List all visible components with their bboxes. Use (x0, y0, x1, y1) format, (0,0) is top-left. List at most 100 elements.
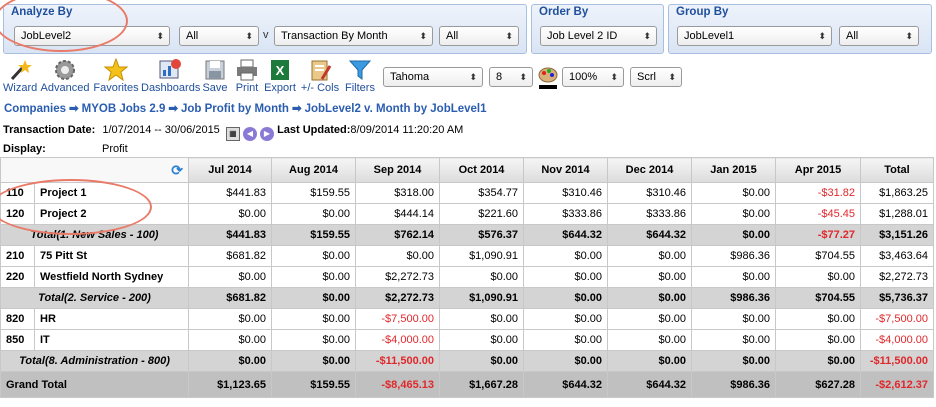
value-cell[interactable]: -$4,000.00 (860, 329, 934, 351)
value-cell[interactable]: $1,288.01 (860, 203, 934, 225)
value-cell[interactable]: $0.00 (271, 245, 356, 267)
value-cell[interactable]: $1,667.28 (439, 371, 524, 398)
value-cell[interactable]: $333.86 (607, 203, 692, 225)
group-total-row[interactable]: Total(1. New Sales - 100) $441.83 $159.55 $… (0, 224, 934, 246)
advanced-button[interactable]: Advanced (40, 58, 90, 94)
order-by-select[interactable]: Job Level 2 ID ⬍ (540, 26, 657, 46)
value-cell[interactable]: $2,272.73 (860, 266, 934, 288)
value-cell[interactable]: $0.00 (775, 329, 861, 351)
col-header-aug-2014[interactable]: Aug 2014 (271, 157, 356, 183)
value-cell[interactable]: -$11,500.00 (355, 350, 440, 372)
job-code-cell[interactable]: 120 (0, 203, 35, 225)
value-cell[interactable]: $0.00 (523, 266, 608, 288)
value-cell[interactable]: $318.00 (355, 182, 440, 204)
value-cell[interactable]: $986.36 (691, 371, 776, 398)
value-cell[interactable]: $986.36 (691, 287, 776, 309)
value-cell[interactable]: $1,863.25 (860, 182, 934, 204)
value-cell[interactable]: $1,090.91 (439, 287, 524, 309)
value-cell[interactable]: $0.00 (271, 287, 356, 309)
value-cell[interactable]: $221.60 (439, 203, 524, 225)
col-header-nov-2014[interactable]: Nov 2014 (523, 157, 608, 183)
breadcrumb-current-report[interactable]: JobLevel2 v. Month by JobLevel1 (305, 103, 487, 115)
value-cell[interactable]: $0.00 (691, 224, 776, 246)
value-cell[interactable]: $2,272.73 (355, 287, 440, 309)
value-cell[interactable]: $0.00 (691, 203, 776, 225)
dashboards-button[interactable]: Dashboards (141, 58, 200, 94)
value-cell[interactable]: $0.00 (775, 350, 861, 372)
favorites-button[interactable]: Favorites (92, 58, 140, 94)
value-cell[interactable]: $0.00 (607, 308, 692, 330)
col-header-sep-2014[interactable]: Sep 2014 (355, 157, 440, 183)
job-name-cell[interactable]: HR (34, 308, 189, 330)
value-cell[interactable]: $0.00 (607, 350, 692, 372)
breadcrumb-companies[interactable]: Companies (4, 103, 66, 115)
breadcrumb-job-profit[interactable]: Job Profit by Month (181, 103, 289, 115)
value-cell[interactable]: $0.00 (775, 266, 861, 288)
value-cell[interactable]: $159.55 (271, 371, 356, 398)
value-cell[interactable]: $0.00 (188, 308, 272, 330)
value-cell[interactable]: $644.32 (607, 371, 692, 398)
previous-period-icon[interactable]: ◀ (242, 127, 257, 141)
value-cell[interactable]: -$7,500.00 (355, 308, 440, 330)
col-header-dec-2014[interactable]: Dec 2014 (607, 157, 692, 183)
value-cell[interactable]: $354.77 (439, 182, 524, 204)
value-cell[interactable]: $0.00 (271, 308, 356, 330)
value-cell[interactable]: $681.82 (188, 287, 272, 309)
value-cell[interactable]: $986.36 (691, 245, 776, 267)
table-row[interactable]: 850 IT $0.00 $0.00 -$4,000.00 $0.00 $0.00 $0.00… (0, 329, 934, 351)
columns-button[interactable]: +/- Cols (298, 58, 342, 94)
value-cell[interactable]: $0.00 (188, 329, 272, 351)
value-cell[interactable]: $0.00 (523, 308, 608, 330)
value-cell[interactable]: $0.00 (691, 182, 776, 204)
value-cell[interactable]: $3,151.26 (860, 224, 934, 246)
value-cell[interactable]: $0.00 (691, 329, 776, 351)
job-code-cell[interactable]: 850 (0, 329, 35, 351)
value-cell[interactable]: $704.55 (775, 245, 861, 267)
value-cell[interactable]: -$31.82 (775, 182, 861, 204)
value-cell[interactable]: $310.46 (607, 182, 692, 204)
value-cell[interactable]: -$45.45 (775, 203, 861, 225)
print-button[interactable]: Print (232, 58, 262, 94)
next-period-icon[interactable]: ▶ (260, 127, 274, 141)
value-cell[interactable]: $0.00 (607, 329, 692, 351)
value-cell[interactable]: $644.32 (523, 224, 608, 246)
value-cell[interactable]: $0.00 (607, 266, 692, 288)
export-button[interactable]: X Export (263, 58, 297, 94)
analyze-field-select[interactable]: JobLevel2 ⬍ (14, 26, 170, 46)
value-cell[interactable]: $5,736.37 (860, 287, 934, 309)
value-cell[interactable]: $576.37 (439, 224, 524, 246)
group-total-row[interactable]: Total(2. Service - 200) $681.82 $0.00 $2,27… (0, 287, 934, 309)
value-cell[interactable]: $0.00 (691, 266, 776, 288)
period-select[interactable]: Transaction By Month ⬍ (274, 26, 433, 46)
breadcrumb-myob-jobs[interactable]: MYOB Jobs 2.9 (82, 103, 166, 115)
value-cell[interactable]: -$2,612.37 (860, 371, 934, 398)
value-cell[interactable]: $0.00 (188, 266, 272, 288)
value-cell[interactable]: $704.55 (775, 287, 861, 309)
value-cell[interactable]: $3,463.64 (860, 245, 934, 267)
value-cell[interactable]: $0.00 (775, 308, 861, 330)
job-name-cell[interactable]: IT (34, 329, 189, 351)
value-cell[interactable]: $1,123.65 (188, 371, 272, 398)
value-cell[interactable]: -$4,000.00 (355, 329, 440, 351)
job-code-cell[interactable]: 820 (0, 308, 35, 330)
value-cell[interactable]: $2,272.73 (355, 266, 440, 288)
value-cell[interactable]: $0.00 (691, 350, 776, 372)
job-name-cell[interactable]: 75 Pitt St (34, 245, 189, 267)
value-cell[interactable]: $310.46 (523, 182, 608, 204)
value-cell[interactable]: $0.00 (439, 350, 524, 372)
value-cell[interactable]: $0.00 (271, 329, 356, 351)
value-cell[interactable]: -$77.27 (775, 224, 861, 246)
value-cell[interactable]: $0.00 (523, 287, 608, 309)
value-cell[interactable]: $0.00 (523, 350, 608, 372)
value-cell[interactable]: $0.00 (523, 329, 608, 351)
value-cell[interactable]: $441.83 (188, 182, 272, 204)
col-header-oct-2014[interactable]: Oct 2014 (439, 157, 524, 183)
table-row[interactable]: 210 75 Pitt St $681.82 $0.00 $0.00 $1,090.91 $… (0, 245, 934, 267)
scroll-select[interactable]: Scrl ⬍ (630, 67, 682, 87)
job-name-cell[interactable]: Westfield North Sydney (34, 266, 189, 288)
value-cell[interactable]: $0.00 (607, 245, 692, 267)
value-cell[interactable]: $159.55 (271, 182, 356, 204)
table-row[interactable]: 820 HR $0.00 $0.00 -$7,500.00 $0.00 $0.00 $0.00… (0, 308, 934, 330)
refresh-icon[interactable]: ⟳ (171, 162, 183, 178)
table-row[interactable]: 120 Project 2 $0.00 $0.00 $444.14 $221.60 $333… (0, 203, 934, 225)
